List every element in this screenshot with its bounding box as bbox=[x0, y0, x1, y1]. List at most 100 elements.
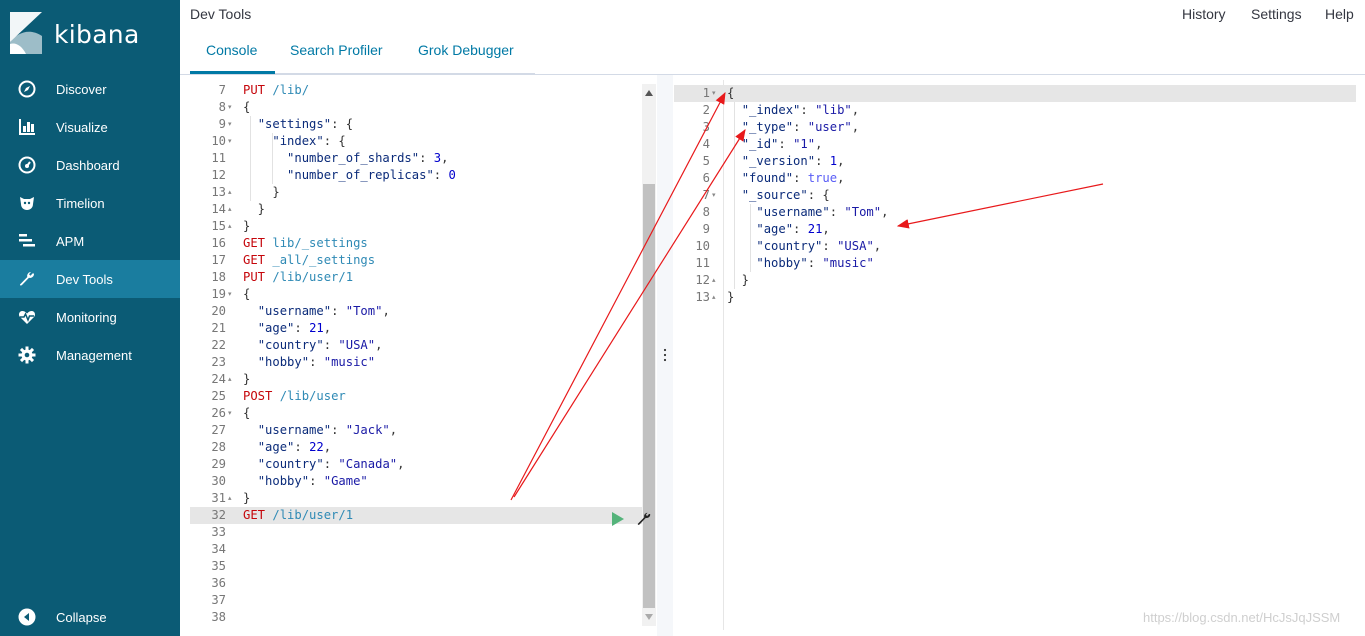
code-token: "age" bbox=[257, 440, 295, 454]
code-line[interactable]: GET /lib/user/1 bbox=[243, 507, 353, 524]
code-token: "USA" bbox=[837, 239, 874, 253]
send-request-icon[interactable] bbox=[611, 512, 625, 526]
pane-resize-handle[interactable] bbox=[657, 75, 673, 636]
kibana-logo-icon[interactable] bbox=[10, 12, 42, 54]
code-line[interactable]: PUT /lib/user/1 bbox=[243, 269, 353, 286]
code-line[interactable]: "number_of_shards": 3, bbox=[243, 150, 448, 167]
fold-open-icon[interactable]: ▾ bbox=[228, 99, 232, 116]
sidebar-item-timelion[interactable]: Timelion bbox=[0, 184, 180, 222]
tab-console[interactable]: Console bbox=[206, 42, 257, 58]
response-output[interactable]: 1 ▾{2 "_index": "lib", 3 "_type": "user", 4… bbox=[674, 80, 1365, 630]
sidebar-item-dashboard[interactable]: Dashboard bbox=[0, 146, 180, 184]
code-line[interactable]: "_index": "lib", bbox=[727, 102, 859, 119]
code-line[interactable]: "hobby": "music" bbox=[243, 354, 375, 371]
code-token: "USA" bbox=[338, 338, 376, 352]
code-line[interactable]: "number_of_replicas": 0 bbox=[243, 167, 456, 184]
request-editor[interactable]: 7 PUT /lib/8 ▾{9 ▾ "settings": {10 ▾ "index"… bbox=[190, 80, 657, 630]
code-line[interactable]: "_version": 1, bbox=[727, 153, 845, 170]
fold-open-icon[interactable]: ▾ bbox=[228, 116, 232, 133]
code-token: } bbox=[243, 202, 266, 216]
code-line[interactable]: } bbox=[243, 490, 250, 507]
code-line[interactable]: "age": 21, bbox=[727, 221, 829, 238]
code-line[interactable]: } bbox=[243, 218, 250, 235]
code-line[interactable]: { bbox=[243, 286, 250, 303]
code-line[interactable]: "settings": { bbox=[243, 116, 353, 133]
fold-open-icon[interactable]: ▾ bbox=[712, 187, 716, 204]
header-divider bbox=[180, 74, 1365, 75]
line-number: 21 bbox=[211, 321, 226, 335]
code-line[interactable]: { bbox=[243, 405, 250, 422]
help-link[interactable]: Help bbox=[1325, 6, 1354, 22]
line-number: 35 bbox=[211, 559, 226, 573]
sidebar-item-dev-tools[interactable]: Dev Tools bbox=[0, 260, 180, 298]
editor-scroll-thumb[interactable] bbox=[643, 184, 655, 608]
line-number: 29 bbox=[211, 457, 226, 471]
code-token: "settings" bbox=[257, 117, 332, 131]
code-line[interactable]: "index": { bbox=[243, 133, 345, 150]
sidebar-item-visualize[interactable]: Visualize bbox=[0, 108, 180, 146]
code-token: "_id" bbox=[741, 137, 779, 151]
fold-close-icon[interactable]: ▴ bbox=[228, 201, 232, 218]
code-line[interactable]: PUT /lib/ bbox=[243, 82, 309, 99]
tab-grok-debugger[interactable]: Grok Debugger bbox=[418, 42, 514, 58]
scroll-up-icon[interactable] bbox=[645, 90, 653, 96]
code-line[interactable]: } bbox=[243, 201, 265, 218]
code-line[interactable]: "username": "Jack", bbox=[243, 422, 397, 439]
code-token: , bbox=[389, 423, 398, 437]
fold-open-icon[interactable]: ▾ bbox=[228, 286, 232, 303]
code-line[interactable]: } bbox=[727, 289, 734, 306]
code-line[interactable]: GET _all/_settings bbox=[243, 252, 375, 269]
fold-open-icon[interactable]: ▾ bbox=[228, 405, 232, 422]
code-line[interactable]: } bbox=[243, 371, 250, 388]
tab-search-profiler[interactable]: Search Profiler bbox=[290, 42, 383, 58]
fold-open-icon[interactable]: ▾ bbox=[712, 85, 716, 102]
code-line[interactable]: "found": true, bbox=[727, 170, 845, 187]
code-line[interactable]: "_source": { bbox=[727, 187, 830, 204]
fold-close-icon[interactable]: ▴ bbox=[228, 371, 232, 388]
code-token: "_index" bbox=[741, 103, 801, 117]
code-token: { bbox=[727, 86, 735, 100]
code-line[interactable]: "age": 21, bbox=[243, 320, 331, 337]
history-link[interactable]: History bbox=[1182, 6, 1226, 22]
line-number: 17 bbox=[211, 253, 226, 267]
fold-close-icon[interactable]: ▴ bbox=[712, 272, 716, 289]
line-number: 7 bbox=[218, 83, 226, 97]
fold-close-icon[interactable]: ▴ bbox=[228, 490, 232, 507]
sidebar-item-monitoring[interactable]: Monitoring bbox=[0, 298, 180, 336]
sidebar-item-management[interactable]: Management bbox=[0, 336, 180, 374]
code-line[interactable]: "country": "Canada", bbox=[243, 456, 405, 473]
fold-close-icon[interactable]: ▴ bbox=[228, 218, 232, 235]
settings-link[interactable]: Settings bbox=[1251, 6, 1302, 22]
code-line[interactable]: } bbox=[243, 184, 279, 201]
request-options-wrench-icon[interactable] bbox=[636, 511, 652, 527]
code-line[interactable]: "_id": "1", bbox=[727, 136, 823, 153]
code-line[interactable]: "country": "USA", bbox=[243, 337, 383, 354]
code-line[interactable]: "age": 22, bbox=[243, 439, 331, 456]
code-line[interactable]: } bbox=[727, 272, 749, 289]
code-line[interactable]: { bbox=[243, 99, 250, 116]
code-line[interactable]: "username": "Tom", bbox=[727, 204, 888, 221]
code-line[interactable]: "hobby": "Game" bbox=[243, 473, 368, 490]
line-number: 9 bbox=[702, 222, 710, 236]
code-token: GET bbox=[243, 508, 266, 522]
scroll-down-icon[interactable] bbox=[645, 614, 653, 620]
fold-close-icon[interactable]: ▴ bbox=[228, 184, 232, 201]
code-token: , bbox=[441, 151, 449, 165]
code-line[interactable]: "username": "Tom", bbox=[243, 303, 390, 320]
sidebar-item-discover[interactable]: Discover bbox=[0, 70, 180, 108]
code-line[interactable]: GET lib/_settings bbox=[243, 235, 368, 252]
code-line[interactable]: "_type": "user", bbox=[727, 119, 859, 136]
code-token: , bbox=[851, 103, 860, 117]
code-token: } bbox=[727, 290, 735, 304]
line-number: 20 bbox=[211, 304, 226, 318]
code-token: , bbox=[815, 137, 823, 151]
fold-open-icon[interactable]: ▾ bbox=[228, 133, 232, 150]
code-line[interactable]: { bbox=[727, 85, 734, 102]
fold-close-icon[interactable]: ▴ bbox=[712, 289, 716, 306]
line-number: 18 bbox=[211, 270, 226, 284]
code-line[interactable]: POST /lib/user bbox=[243, 388, 346, 405]
code-token: , bbox=[881, 205, 889, 219]
collapse-button[interactable]: Collapse bbox=[0, 598, 180, 636]
sidebar-item-apm[interactable]: APM bbox=[0, 222, 180, 260]
